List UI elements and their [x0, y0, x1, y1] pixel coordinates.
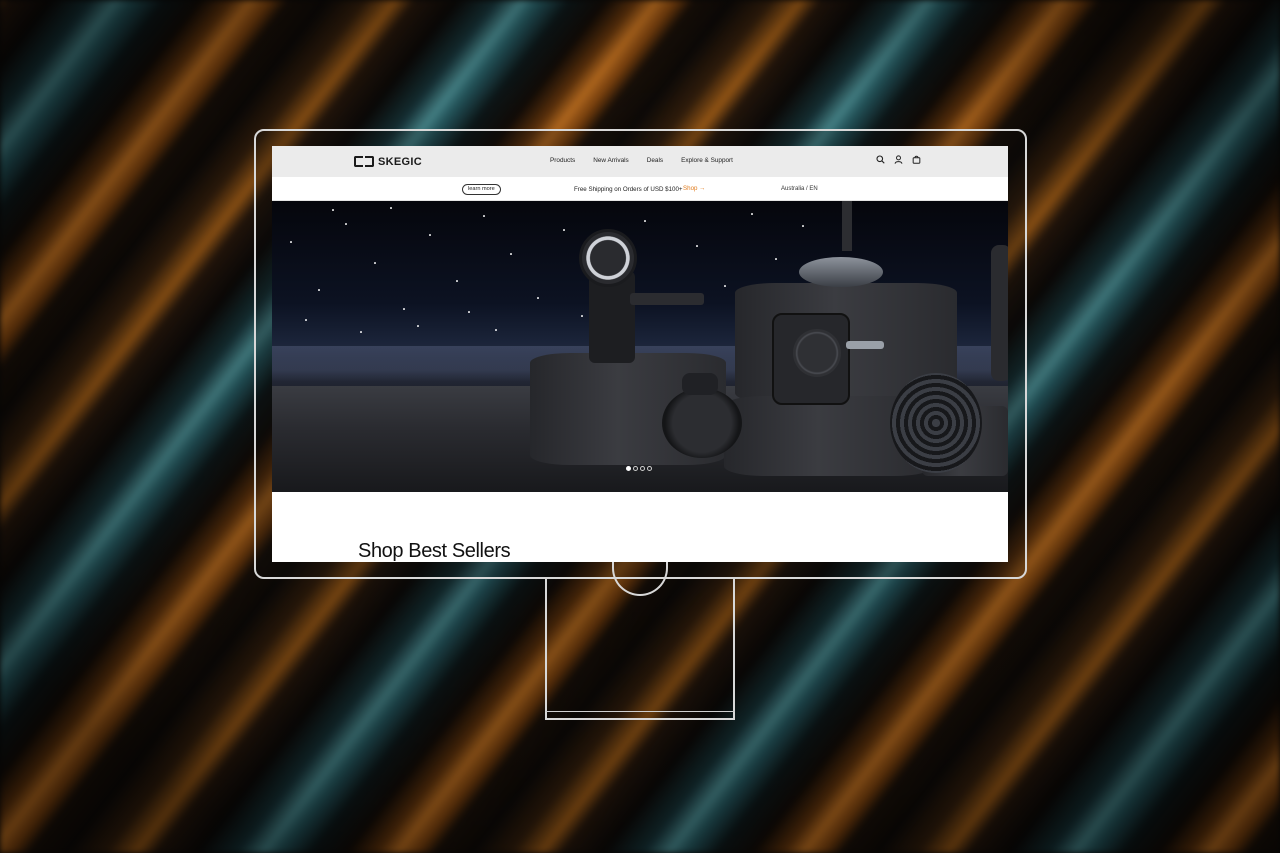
header-actions — [876, 155, 921, 164]
nav-item-explore-support[interactable]: Explore & Support — [681, 157, 733, 164]
carousel-dot-4[interactable] — [647, 466, 652, 471]
nav-item-products[interactable]: Products — [550, 157, 575, 164]
promo-text: Free Shipping on Orders of USD $100+ — [574, 186, 683, 193]
carousel-dot-1[interactable] — [626, 466, 631, 471]
hero-carousel-dots — [626, 466, 652, 471]
carousel-dot-2[interactable] — [633, 466, 638, 471]
product-watch-cable — [682, 373, 718, 395]
nav-item-deals[interactable]: Deals — [647, 157, 663, 164]
account-icon[interactable] — [894, 155, 903, 164]
learn-more-button[interactable]: learn more — [462, 184, 501, 195]
monitor-stand — [545, 578, 735, 720]
product-power-bank-pad — [793, 329, 841, 377]
nav-item-new-arrivals[interactable]: New Arrivals — [593, 157, 629, 164]
product-watch-charger[interactable] — [662, 388, 742, 458]
best-sellers-heading: Shop Best Sellers — [358, 540, 511, 562]
promo-bar: learn more Free Shipping on Orders of US… — [272, 177, 1008, 201]
site-header: SKEGIC Products New Arrivals Deals Explo… — [272, 146, 1008, 177]
product-coiled-cable[interactable] — [890, 373, 982, 473]
promo-shop-link[interactable]: Shop → — [683, 185, 705, 192]
product-stand-arm — [630, 293, 704, 305]
product-car-mount[interactable] — [799, 257, 883, 287]
product-car-mount-pole — [842, 201, 852, 251]
main-nav: Products New Arrivals Deals Explore & Su… — [550, 157, 733, 164]
logo-mark-icon — [354, 156, 374, 167]
website-screen: SKEGIC Products New Arrivals Deals Explo… — [272, 146, 1008, 562]
cart-icon[interactable] — [912, 155, 921, 164]
carousel-dot-3[interactable] — [640, 466, 645, 471]
product-cable-tip — [846, 341, 884, 349]
search-icon[interactable] — [876, 155, 885, 164]
hero-banner[interactable] — [272, 201, 1008, 492]
product-magsafe-pad[interactable] — [579, 229, 637, 287]
product-magsafe-wallet[interactable] — [991, 245, 1008, 381]
site-logo[interactable]: SKEGIC — [354, 155, 422, 168]
logo-text: SKEGIC — [378, 155, 422, 168]
region-selector[interactable]: Australia / EN — [781, 186, 818, 192]
